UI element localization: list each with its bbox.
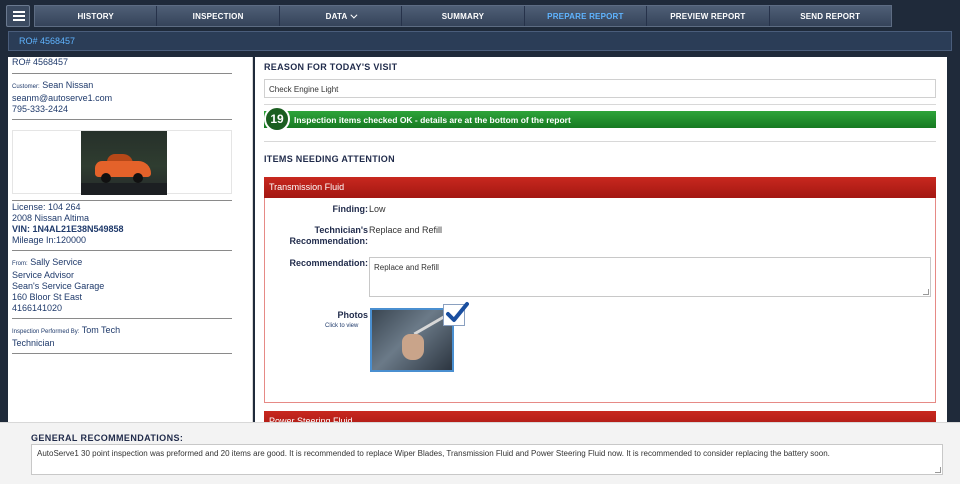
recommendation-label: Recommendation: [289,258,368,268]
item-header-power-steering-fluid[interactable]: Power Steering Fluid [264,411,936,422]
license-plate: License: 104 264 [12,202,81,212]
garage-phone: 4166141020 [12,303,63,313]
customer-label: Customer: [12,84,40,90]
customer-info-panel: RO# 4568457 Customer: Sean Nissan seanm@… [8,57,253,422]
ok-items-text: Inspection items checked OK - details ar… [294,115,571,125]
divider [264,104,936,105]
top-nav: HISTORY INSPECTION DATA SUMMARY PREPARE … [0,0,960,32]
inspector-name: Tom Tech [81,325,121,335]
general-recommendations-panel: GENERAL RECOMMENDATIONS: AutoServe1 30 p… [0,422,960,484]
click-to-view-hint: Click to view [325,323,359,329]
app-root: HISTORY INSPECTION DATA SUMMARY PREPARE … [0,0,960,484]
tech-recommendation-label: Technician's Recommendation: [289,225,368,246]
checkmark-icon[interactable] [443,302,469,326]
customer-phone[interactable]: 795-333-2424 [12,104,232,115]
reason-field[interactable]: Check Engine Light [264,79,936,98]
from-label: From: [12,261,28,267]
tab-inspection[interactable]: INSPECTION [157,6,280,26]
tab-summary[interactable]: SUMMARY [402,6,525,26]
advisor-name: Sally Service [30,257,83,267]
tech-recommendation-value: Replace and Refill [369,225,443,235]
garage-name: Sean's Service Garage [12,281,105,291]
customer-name: Sean Nissan [42,80,94,90]
inspection-photo-thumbnail[interactable] [370,308,454,372]
tab-prepare-report[interactable]: PREPARE REPORT [525,6,648,26]
ro-number-bar: RO# 4568457 [8,31,952,51]
resize-handle-icon[interactable] [935,467,941,473]
inspector-label: Inspection Performed By: [12,329,80,335]
tab-data[interactable]: DATA [280,6,403,26]
customer-email[interactable]: seanm@autoserve1.com [12,93,232,104]
tab-send-report[interactable]: SEND REPORT [770,6,891,26]
inspector-role: Technician [12,338,55,348]
vehicle-model: 2008 Nissan Altima [12,213,90,223]
photos-label: Photos [337,310,369,320]
chevron-down-icon [350,11,358,19]
recommendation-textarea[interactable]: Replace and Refill [369,257,931,297]
vehicle-photo [81,131,167,195]
garage-address: 160 Bloor St East [12,292,83,302]
report-main-panel: REASON FOR TODAY'S VISIT Check Engine Li… [255,57,947,422]
general-recommendations-textarea[interactable]: AutoServe1 30 point inspection was prefo… [31,444,943,475]
tab-history[interactable]: HISTORY [35,6,158,26]
reason-heading: REASON FOR TODAY'S VISIT [264,62,398,72]
vin-number: VIN: 1N4AL21E38N549858 [12,224,124,234]
finding-label: Finding: [332,204,369,214]
divider [264,141,936,142]
attention-heading: ITEMS NEEDING ATTENTION [264,154,395,164]
tab-preview-report[interactable]: PREVIEW REPORT [647,6,770,26]
nav-tabs: HISTORY INSPECTION DATA SUMMARY PREPARE … [34,5,892,27]
item-detail-transmission-fluid: Finding: Low Technician's Recommendation… [264,198,936,403]
advisor-role: Service Advisor [12,270,75,280]
resize-handle-icon[interactable] [923,289,929,295]
ok-count-badge: 19 [264,106,290,132]
ro-number: RO# 4568457 [12,57,69,67]
item-header-transmission-fluid[interactable]: Transmission Fluid [264,177,936,198]
hamburger-menu-icon[interactable] [6,5,30,27]
vehicle-photo-box [12,130,232,195]
mileage-in: Mileage In:120000 [12,235,87,245]
ok-items-bar[interactable]: 19 Inspection items checked OK - details… [264,106,936,132]
general-recommendations-title: GENERAL RECOMMENDATIONS: [31,433,184,443]
finding-value: Low [369,204,386,214]
